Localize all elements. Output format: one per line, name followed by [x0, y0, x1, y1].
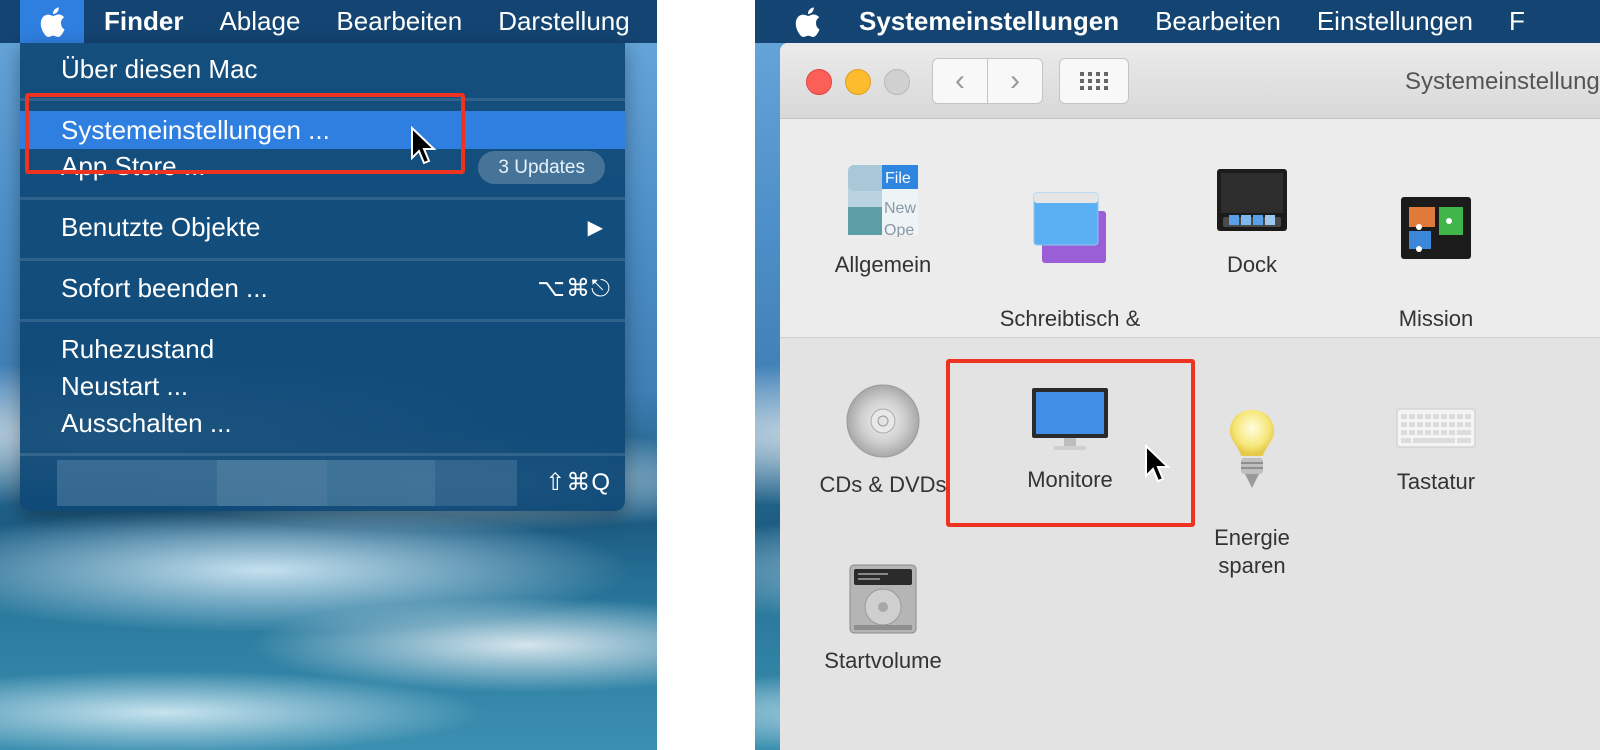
pref-startup-disk-label: Startvolume — [824, 648, 942, 673]
chevron-right-icon: › — [1010, 64, 1020, 97]
menu-systemeinstellungen[interactable]: Systemeinstellungen — [859, 6, 1119, 37]
menu-item-force-quit-label: Sofort beenden ... — [61, 272, 268, 303]
pref-dock-label: Dock — [1226, 252, 1278, 277]
pref-keyboard-label: Tastatur — [1396, 469, 1476, 494]
window-title: Systemeinstellungen — [1405, 68, 1600, 95]
mouse-cursor-icon — [411, 126, 437, 165]
force-quit-shortcut: ⌥⌘⎋ — [537, 274, 611, 302]
keyboard-icon — [1396, 408, 1476, 448]
pref-startup-disk[interactable]: Startvolume — [793, 563, 973, 675]
cd-dvd-icon — [846, 384, 920, 458]
menu-einstellungen[interactable]: Einstellungen — [1317, 6, 1473, 37]
menu-bearbeiten[interactable]: Bearbeiten — [1155, 6, 1281, 37]
desktop-screensaver-icon — [1033, 192, 1106, 263]
menu-item-shutdown[interactable]: Ausschalten ... — [20, 404, 625, 442]
back-button[interactable]: ‹ — [932, 58, 988, 104]
annotation-highlight-box — [946, 359, 1195, 527]
hard-disk-icon — [849, 564, 917, 634]
menu-truncated[interactable]: F — [1509, 6, 1525, 37]
menu-finder[interactable]: Finder — [104, 6, 183, 37]
submenu-arrow-icon: ▶ — [587, 216, 603, 239]
menu-item-sleep-label: Ruhezustand — [61, 333, 215, 364]
general-icon-open-text: Ope — [884, 222, 914, 237]
apple-menu-icon[interactable] — [20, 0, 84, 43]
logout-shortcut: ⇧⌘Q — [545, 469, 611, 496]
menu-item-sleep[interactable]: Ruhezustand — [20, 330, 625, 368]
pref-general-label: Allgemein — [834, 252, 932, 277]
right-screenshot: Systemeinstellungen Bearbeiten Einstellu… — [755, 0, 1600, 750]
zoom-button[interactable] — [884, 69, 910, 95]
grid-icon — [1080, 72, 1108, 90]
light-bulb-icon — [1230, 410, 1274, 488]
dock-icon — [1217, 169, 1287, 231]
window-titlebar: ‹ › Systemeinstellungen — [780, 43, 1600, 119]
left-screenshot: Finder Ablage Bearbeiten Darstellung Übe… — [0, 0, 657, 750]
menu-bar: Systemeinstellungen Bearbeiten Einstellu… — [755, 0, 1600, 43]
forward-button[interactable]: › — [987, 58, 1043, 104]
pref-keyboard[interactable]: Tastatur — [1346, 408, 1526, 496]
menu-item-force-quit[interactable]: Sofort beenden ... ⌥⌘⎋ — [20, 269, 625, 307]
mouse-cursor-icon — [1145, 444, 1171, 483]
menu-item-about[interactable]: Über diesen Mac — [20, 50, 625, 88]
general-prefs-icon: File New Ope — [848, 165, 918, 237]
menu-item-restart[interactable]: Neustart ... — [20, 367, 625, 405]
general-icon-file-text: File — [885, 170, 911, 187]
chevron-left-icon: ‹ — [955, 64, 965, 97]
pref-general[interactable]: File New Ope Allgemein — [793, 163, 973, 279]
menu-item-recent-items-label: Benutzte Objekte — [61, 211, 261, 242]
annotation-highlight-box — [25, 93, 465, 174]
show-all-button[interactable] — [1059, 58, 1129, 104]
apple-logo-icon — [40, 6, 65, 37]
general-icon-new-text: New — [884, 200, 916, 217]
menu-separator — [20, 319, 625, 322]
menu-separator — [20, 197, 625, 200]
pref-dock[interactable]: Dock — [1162, 163, 1342, 279]
menu-separator — [20, 453, 625, 456]
menu-ablage[interactable]: Ablage — [219, 6, 300, 37]
prefs-section-personal: File New Ope Allgemein Schreibtisch & Bi… — [780, 119, 1600, 359]
updates-badge: 3 Updates — [478, 151, 605, 184]
menu-item-shutdown-label: Ausschalten ... — [61, 407, 232, 438]
menu-item-about-label: Über diesen Mac — [61, 53, 258, 84]
logout-item-blurred[interactable] — [57, 460, 517, 506]
minimize-button[interactable] — [845, 69, 871, 95]
close-button[interactable] — [806, 69, 832, 95]
apple-logo-icon — [795, 6, 820, 37]
menu-bearbeiten[interactable]: Bearbeiten — [336, 6, 462, 37]
menu-item-restart-label: Neustart ... — [61, 370, 189, 401]
apple-menu-icon[interactable] — [775, 0, 839, 43]
mission-control-icon — [1401, 197, 1471, 259]
pref-energy-saver-label: Energie sparen — [1214, 525, 1290, 578]
menu-bar: Finder Ablage Bearbeiten Darstellung — [0, 0, 657, 43]
menu-separator — [20, 258, 625, 261]
menu-item-recent-items[interactable]: Benutzte Objekte ▶ — [20, 208, 625, 246]
menu-darstellung[interactable]: Darstellung — [498, 6, 630, 37]
